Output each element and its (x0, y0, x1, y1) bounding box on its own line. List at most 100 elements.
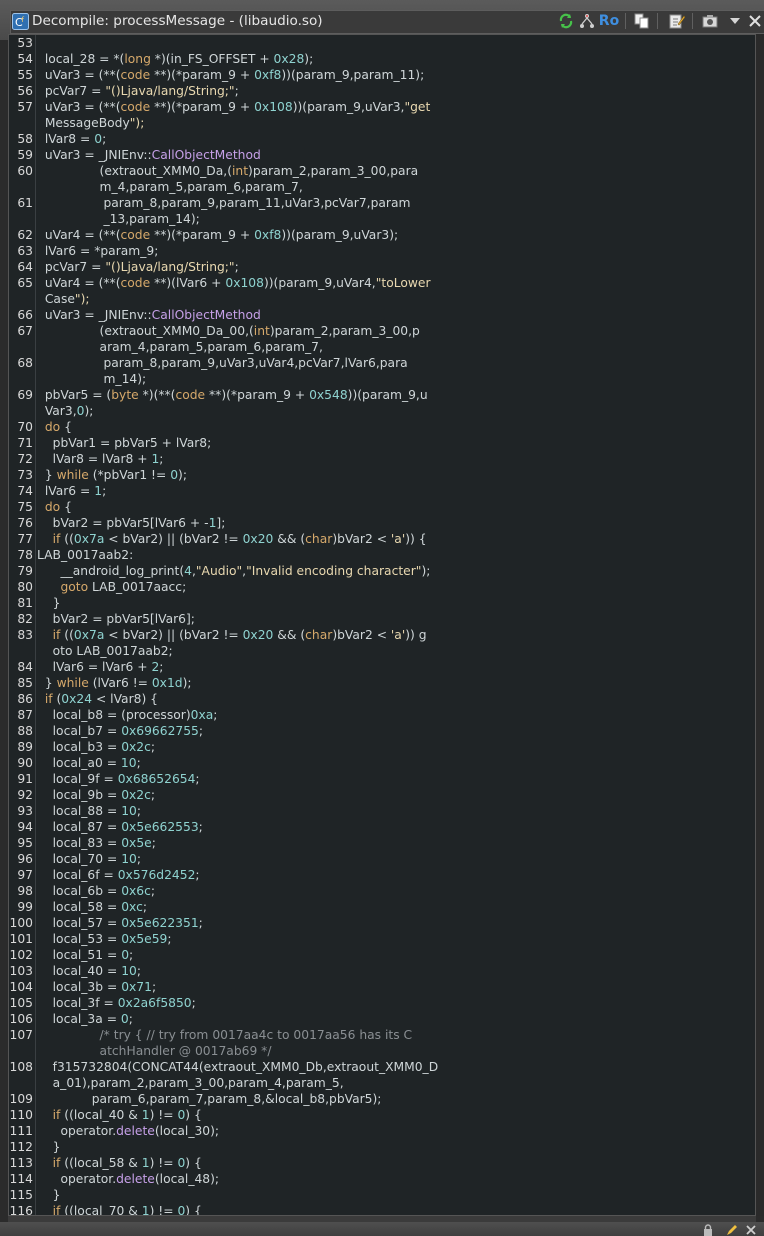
code-line[interactable]: 92 local_9b = 0x2c; (9, 787, 749, 803)
code-line[interactable]: 114 operator.delete(local_48); (9, 1171, 749, 1187)
status-close-icon[interactable] (746, 1225, 756, 1235)
code-line[interactable]: 80 goto LAB_0017aacc; (9, 579, 749, 595)
code-line[interactable]: 87 local_b8 = (processor)0xa; (9, 707, 749, 723)
decompiler-code-view[interactable]: 53 54 local_28 = *(long *)(in_FS_OFFSET +… (8, 34, 756, 1216)
code-line[interactable]: 69 pbVar5 = (byte *)(**(code **)(*param_… (9, 387, 749, 403)
code-line[interactable]: 82 bVar2 = pbVar5[lVar6]; (9, 611, 749, 627)
ro-toggle[interactable]: Ro (598, 11, 620, 31)
code-line[interactable]: 81 } (9, 595, 749, 611)
code-text: goto LAB_0017aacc; (60, 580, 187, 594)
code-text: MessageBody"); (37, 116, 145, 130)
dropdown-icon[interactable] (725, 11, 745, 31)
code-line[interactable]: Case"); (9, 291, 749, 307)
code-line[interactable]: 73 } while (*pbVar1 != 0); (9, 467, 749, 483)
code-line[interactable]: 105 local_3f = 0x2a6f5850; (9, 995, 749, 1011)
code-line[interactable]: 96 local_70 = 10; (9, 851, 749, 867)
code-line[interactable]: 62 uVar4 = (**(code **)(*param_9 + 0xf8)… (9, 227, 749, 243)
line-number: 110 (9, 1108, 33, 1122)
code-line[interactable]: 112 } (9, 1139, 749, 1155)
code-line[interactable]: 54 local_28 = *(long *)(in_FS_OFFSET + 0… (9, 51, 749, 67)
code-line[interactable]: Var3,0); (9, 403, 749, 419)
code-line[interactable]: 91 local_9f = 0x68652654; (9, 771, 749, 787)
code-line[interactable]: 72 lVar8 = lVar8 + 1; (9, 451, 749, 467)
code-line[interactable]: 104 local_3b = 0x71; (9, 979, 749, 995)
code-line[interactable]: 100 local_57 = 0x5e622351; (9, 915, 749, 931)
code-line[interactable]: 83 if ((0x7a < bVar2) || (bVar2 != 0x20 … (9, 627, 749, 643)
code-line[interactable]: 56 pcVar7 = "()Ljava/lang/String;"; (9, 83, 749, 99)
code-text: local_3b = 0x71; (37, 980, 157, 994)
code-line[interactable]: 53 (9, 35, 749, 51)
code-text: if ((0x7a < bVar2) || (bVar2 != 0x20 && … (52, 532, 427, 546)
edit-icon[interactable] (667, 11, 687, 31)
line-number: 68 (17, 356, 33, 370)
code-text: local_57 = 0x5e622351; (37, 916, 203, 930)
code-line[interactable]: a_01),param_2,param_3_00,param_4,param_5… (9, 1075, 749, 1091)
code-line[interactable]: atchHandler @ 0017ab69 */ (9, 1043, 749, 1059)
code-line[interactable]: _13,param_14); (9, 211, 749, 227)
code-text: oto LAB_0017aab2; (37, 644, 173, 658)
code-line[interactable]: 71 pbVar1 = pbVar5 + lVar8; (9, 435, 749, 451)
code-line[interactable]: 95 local_83 = 0x5e; (9, 835, 749, 851)
code-line[interactable]: 97 local_6f = 0x576d2452; (9, 867, 749, 883)
graph-icon[interactable] (577, 11, 597, 31)
code-line[interactable]: 113 if ((local_58 & 1) != 0) { (9, 1155, 749, 1171)
code-line[interactable]: 116 if ((local_70 & 1) != 0) { (9, 1203, 749, 1215)
line-number: 113 (9, 1156, 33, 1170)
code-line[interactable]: 76 bVar2 = pbVar5[lVar6 + -1]; (9, 515, 749, 531)
code-line[interactable]: 68 param_8,param_9,uVar3,uVar4,pcVar7,lV… (9, 355, 749, 371)
code-line[interactable]: 85 } while (lVar6 != 0x1d); (9, 675, 749, 691)
line-number: 93 (17, 804, 33, 818)
code-line[interactable]: 106 local_3a = 0; (9, 1011, 749, 1027)
code-line[interactable]: MessageBody"); (9, 115, 749, 131)
code-line[interactable]: 102 local_51 = 0; (9, 947, 749, 963)
code-line[interactable]: 86 if (0x24 < lVar8) { (9, 691, 749, 707)
code-line[interactable]: 115 } (9, 1187, 749, 1203)
line-number: 81 (17, 596, 33, 610)
code-line[interactable]: 90 local_a0 = 10; (9, 755, 749, 771)
vertical-scrollbar[interactable] (756, 34, 764, 1216)
code-line[interactable]: 84 lVar6 = lVar6 + 2; (9, 659, 749, 675)
code-line[interactable]: 58 lVar8 = 0; (9, 131, 749, 147)
code-line[interactable]: 59 uVar3 = _JNIEnv::CallObjectMethod (9, 147, 749, 163)
refresh-icon[interactable] (556, 11, 576, 31)
snapshot-icon[interactable] (700, 11, 720, 31)
line-number: 61 (17, 196, 33, 210)
code-line[interactable]: m_14); (9, 371, 749, 387)
code-line[interactable]: 89 local_b3 = 0x2c; (9, 739, 749, 755)
code-line[interactable]: 93 local_88 = 10; (9, 803, 749, 819)
code-line[interactable]: 110 if ((local_40 & 1) != 0) { (9, 1107, 749, 1123)
code-line[interactable]: 94 local_87 = 0x5e662553; (9, 819, 749, 835)
code-line[interactable]: 67 (extraout_XMM0_Da_00,(int)param_2,par… (9, 323, 749, 339)
code-line[interactable]: 66 uVar3 = _JNIEnv::CallObjectMethod (9, 307, 749, 323)
code-line[interactable]: 103 local_40 = 10; (9, 963, 749, 979)
code-line[interactable]: 57 uVar3 = (**(code **)(*param_9 + 0x108… (9, 99, 749, 115)
code-line[interactable]: 101 local_53 = 0x5e59; (9, 931, 749, 947)
code-line[interactable]: 88 local_b7 = 0x69662755; (9, 723, 749, 739)
code-line[interactable]: 79 __android_log_print(4,"Audio","Invali… (9, 563, 749, 579)
code-line[interactable]: aram_4,param_5,param_6,param_7, (9, 339, 749, 355)
code-line[interactable]: 77 if ((0x7a < bVar2) || (bVar2 != 0x20 … (9, 531, 749, 547)
code-line[interactable]: 61 param_8,param_9,param_11,uVar3,pcVar7… (9, 195, 749, 211)
code-line[interactable]: 60 (extraout_XMM0_Da,(int)param_2,param_… (9, 163, 749, 179)
code-line[interactable]: 65 uVar4 = (**(code **)(lVar6 + 0x108))(… (9, 275, 749, 291)
code-line[interactable]: 99 local_58 = 0xc; (9, 899, 749, 915)
copy-icon[interactable] (632, 11, 652, 31)
close-icon[interactable] (745, 11, 764, 31)
code-line[interactable]: 70 do { (9, 419, 749, 435)
code-line[interactable]: m_4,param_5,param_6,param_7, (9, 179, 749, 195)
code-line[interactable]: 55 uVar3 = (**(code **)(*param_9 + 0xf8)… (9, 67, 749, 83)
line-number: 88 (17, 724, 33, 738)
code-line[interactable]: 64 pcVar7 = "()Ljava/lang/String;"; (9, 259, 749, 275)
code-line[interactable]: 63 lVar6 = *param_9; (9, 243, 749, 259)
line-number: 106 (9, 1012, 33, 1026)
line-number: 69 (17, 388, 33, 402)
code-line[interactable]: 74 lVar6 = 1; (9, 483, 749, 499)
code-line[interactable]: 98 local_6b = 0x6c; (9, 883, 749, 899)
code-line[interactable]: 108 f315732804(CONCAT44(extraout_XMM0_Db… (9, 1059, 749, 1075)
code-line[interactable]: oto LAB_0017aab2; (9, 643, 749, 659)
code-line[interactable]: 78 LAB_0017aab2: (9, 547, 749, 563)
code-line[interactable]: 109 param_6,param_7,param_8,&local_b8,pb… (9, 1091, 749, 1107)
code-line[interactable]: 107 /* try { // try from 0017aa4c to 001… (9, 1027, 749, 1043)
code-line[interactable]: 111 operator.delete(local_30); (9, 1123, 749, 1139)
code-line[interactable]: 75 do { (9, 499, 749, 515)
